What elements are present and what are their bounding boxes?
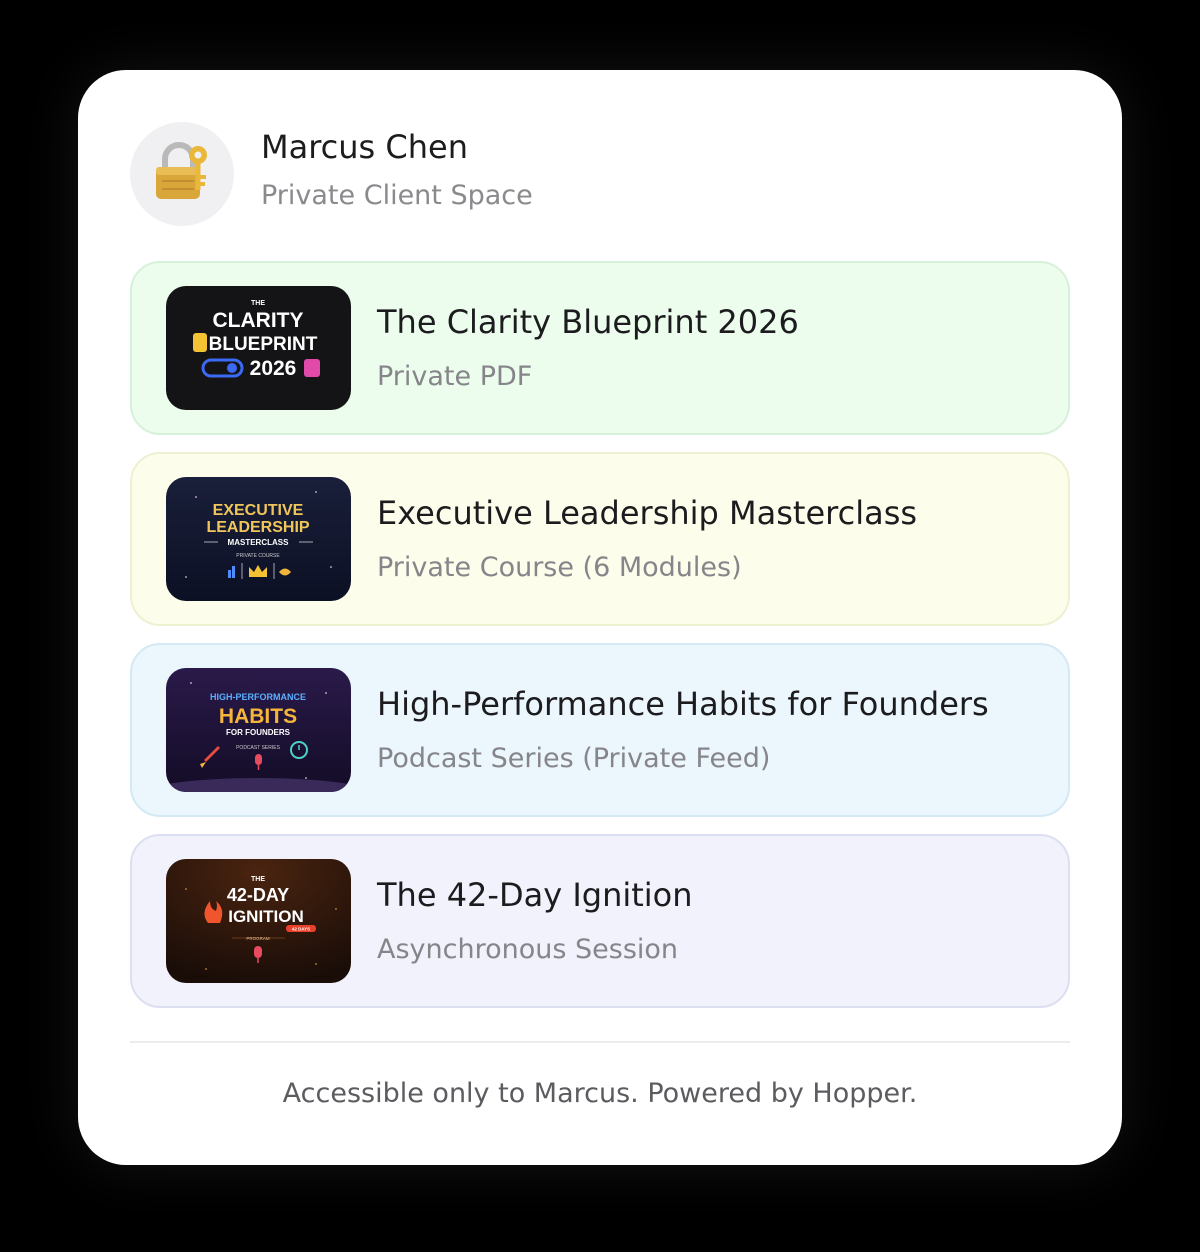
thumb-1-line2: CLARITY (213, 309, 304, 332)
footer-note: Accessible only to Marcus. Powered by Ho… (282, 1078, 918, 1109)
owner-name: Marcus Chen (261, 128, 468, 166)
lock-key-icon (152, 141, 212, 207)
thumb-4-line2: 42-DAY (227, 885, 289, 905)
resource-title: Executive Leadership Masterclass (377, 494, 918, 532)
thumb-1-line1: THE (251, 300, 265, 307)
thumb-2-line2: LEADERSHIP (206, 519, 309, 536)
resource-title: The 42-Day Ignition (377, 876, 693, 914)
thumb-4-line1: THE (251, 876, 265, 883)
resource-type: Private PDF (377, 361, 533, 392)
executive-leadership-thumbnail: EXECUTIVE LEADERSHIP MASTERCLASS PRIVATE… (166, 477, 351, 601)
resource-title: The Clarity Blueprint 2026 (377, 303, 799, 341)
footer-divider (130, 1041, 1070, 1043)
thumb-2-line3: MASTERCLASS (228, 538, 290, 547)
clarity-blueprint-thumbnail: THE CLARITY BLUEPRINT 2026 (166, 286, 351, 410)
thumb-4-line4: PROGRAM (246, 936, 270, 941)
resource-item-42-day-ignition[interactable]: THE 42-DAY IGNITION 42 DAYS PROGRAM The … (130, 834, 1070, 1008)
resource-title: High-Performance Habits for Founders (377, 685, 989, 723)
thumb-1-line3: BLUEPRINT (209, 334, 318, 355)
42-day-ignition-thumbnail: THE 42-DAY IGNITION 42 DAYS PROGRAM (166, 859, 351, 983)
resource-type: Private Course (6 Modules) (377, 552, 742, 583)
resource-type: Podcast Series (Private Feed) (377, 743, 771, 774)
resource-item-executive-leadership[interactable]: EXECUTIVE LEADERSHIP MASTERCLASS PRIVATE… (130, 452, 1070, 626)
resource-list: THE CLARITY BLUEPRINT 2026 The Clarity B… (130, 261, 1070, 1025)
thumb-4-badge: 42 DAYS (292, 927, 310, 932)
resource-item-high-performance-habits[interactable]: HIGH-PERFORMANCE HABITS FOR FOUNDERS POD… (130, 643, 1070, 817)
thumb-3-line2: HABITS (219, 705, 297, 728)
high-performance-habits-thumbnail: HIGH-PERFORMANCE HABITS FOR FOUNDERS POD… (166, 668, 351, 792)
thumb-2-line4: PRIVATE COURSE (236, 553, 280, 559)
client-space-card: Marcus Chen Private Client Space THE CLA… (78, 70, 1122, 1165)
resource-item-clarity-blueprint[interactable]: THE CLARITY BLUEPRINT 2026 The Clarity B… (130, 261, 1070, 435)
thumb-3-line3: FOR FOUNDERS (226, 728, 291, 737)
thumb-4-line3: IGNITION (228, 907, 304, 926)
thumb-1-line4: 2026 (250, 357, 297, 380)
thumb-3-line4: PODCAST SERIES (236, 745, 280, 751)
space-label: Private Client Space (261, 180, 533, 211)
resource-type: Asynchronous Session (377, 934, 679, 965)
header: Marcus Chen Private Client Space (130, 122, 533, 226)
thumb-2-line1: EXECUTIVE (213, 502, 304, 519)
avatar (130, 122, 234, 226)
thumb-3-line1: HIGH-PERFORMANCE (210, 692, 306, 702)
